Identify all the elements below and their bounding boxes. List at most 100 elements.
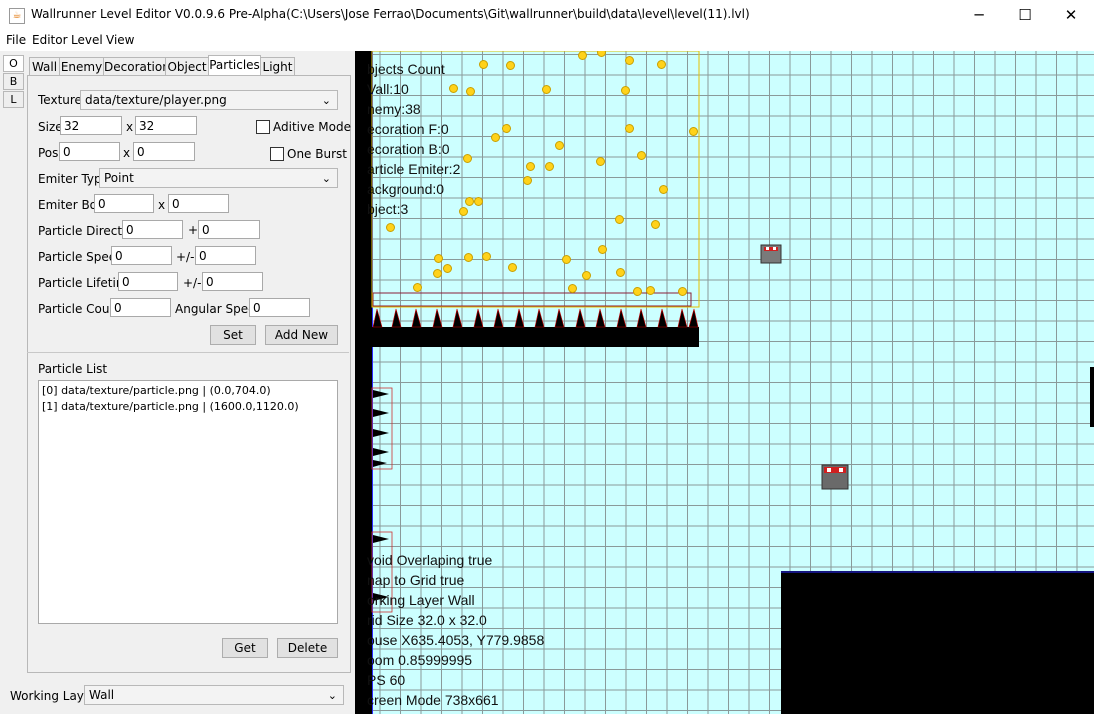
coin: [464, 253, 473, 262]
size-x-label: x: [126, 120, 134, 134]
chevron-down-icon: ⌄: [321, 172, 331, 185]
direction-plus-label: +: [188, 223, 199, 237]
overlay-grid-size: rid Size 32.0 x 32.0: [367, 612, 487, 628]
menu-view[interactable]: View: [106, 33, 134, 47]
direction-variance-input[interactable]: 0: [198, 220, 260, 239]
menu-editor[interactable]: Editor: [32, 33, 68, 47]
coin: [616, 268, 625, 277]
level-canvas[interactable]: bjects Count Vall:10 nemy:38 ecoration F…: [355, 51, 1094, 714]
list-item[interactable]: [1] data/texture/particle.png | (1600.0,…: [42, 400, 299, 413]
texture-select[interactable]: data/texture/player.png ⌄: [80, 90, 338, 110]
pos-label: Pos: [38, 146, 59, 160]
coin: [598, 245, 607, 254]
pos-y-input[interactable]: 0: [133, 142, 195, 161]
coin: [386, 223, 395, 232]
coin: [491, 133, 500, 142]
coin: [434, 254, 443, 263]
maximize-button[interactable]: ☐: [1002, 0, 1048, 31]
menu-file[interactable]: File: [6, 33, 26, 47]
coin: [555, 141, 564, 150]
coin: [678, 287, 687, 296]
menu-bar: [0, 31, 1094, 51]
particle-list[interactable]: [0] data/texture/particle.png | (0.0,704…: [38, 380, 338, 624]
coin: [463, 154, 472, 163]
coin: [474, 197, 483, 206]
tab-decoration[interactable]: Decoration: [103, 57, 170, 76]
angular-speed-input[interactable]: 0: [249, 298, 310, 317]
one-burst-label: One Burst: [287, 147, 347, 161]
emitter-box-height-input[interactable]: 0: [168, 194, 229, 213]
overlay-enemy-count: nemy:38: [367, 101, 421, 117]
coin: [449, 84, 458, 93]
list-item[interactable]: [0] data/texture/particle.png | (0.0,704…: [42, 384, 271, 397]
coin: [545, 162, 554, 171]
coin: [479, 60, 488, 69]
additive-mode-checkbox[interactable]: [256, 120, 270, 134]
divider: [27, 352, 349, 353]
enemy-robot-1: [760, 244, 782, 264]
delete-button[interactable]: Delete: [277, 638, 338, 658]
tab-wall[interactable]: Wall: [29, 57, 60, 76]
side-tab-background[interactable]: B: [3, 73, 24, 90]
coin: [568, 284, 577, 293]
tab-enemy[interactable]: Enemy: [59, 57, 104, 76]
direction-input[interactable]: 0: [122, 220, 183, 239]
side-tab-objects[interactable]: O: [3, 55, 24, 72]
menu-level[interactable]: Level: [71, 33, 103, 47]
overlay-decoration-f: ecoration F:0: [367, 121, 449, 137]
coin: [542, 85, 551, 94]
right-wall: [1090, 367, 1094, 427]
overlay-working-layer: orking Layer Wall: [367, 592, 475, 608]
chevron-down-icon: ⌄: [327, 689, 337, 702]
particle-list-title: Particle List: [38, 362, 108, 376]
coin: [646, 286, 655, 295]
coin: [508, 263, 517, 272]
close-button[interactable]: ✕: [1048, 0, 1094, 31]
get-button[interactable]: Get: [222, 638, 268, 658]
lifetime-pm-label: +/-: [183, 276, 202, 290]
working-layer-select[interactable]: Wall ⌄: [84, 685, 344, 705]
add-new-button[interactable]: Add New: [265, 325, 338, 345]
enemy-robot-2: [821, 464, 849, 490]
set-button[interactable]: Set: [210, 325, 256, 345]
speed-variance-input[interactable]: 0: [195, 246, 256, 265]
lifetime-input[interactable]: 0: [118, 272, 178, 291]
emitter-type-select[interactable]: Point ⌄: [99, 168, 338, 188]
overlay-fps: PS 60: [367, 672, 406, 688]
trigger-zone: [371, 51, 700, 308]
floor-block: [781, 571, 1094, 714]
size-width-input[interactable]: 32: [60, 116, 122, 135]
overlay-avoid-overlapping: void Overlaping true: [367, 552, 493, 568]
minimize-button[interactable]: ─: [956, 0, 1002, 31]
coin: [637, 151, 646, 160]
pos-x-separator: x: [123, 146, 131, 160]
overlay-wall-count: Vall:10: [367, 81, 409, 97]
coin: [506, 61, 515, 70]
coin: [625, 56, 634, 65]
overlay-snap-to-grid: nap to Grid true: [367, 572, 465, 588]
java-app-icon: ☕: [9, 8, 25, 24]
platform-outline: [372, 292, 692, 307]
coin: [625, 124, 634, 133]
emitter-box-x-label: x: [158, 198, 166, 212]
size-height-input[interactable]: 32: [135, 116, 197, 135]
texture-value: data/texture/player.png: [85, 93, 227, 107]
emitter-box-width-input[interactable]: 0: [94, 194, 154, 213]
spike-row: [372, 308, 699, 328]
spike-floor: [372, 327, 699, 347]
tab-object[interactable]: Object: [165, 57, 209, 76]
coin: [659, 185, 668, 194]
lifetime-variance-input[interactable]: 0: [202, 272, 263, 291]
tab-light[interactable]: Light: [260, 57, 295, 76]
coin: [443, 264, 452, 273]
one-burst-checkbox[interactable]: [270, 147, 284, 161]
side-tab-layers[interactable]: L: [3, 91, 24, 108]
speed-input[interactable]: 0: [111, 246, 172, 265]
count-input[interactable]: 0: [110, 298, 171, 317]
coin: [482, 252, 491, 261]
pos-x-input[interactable]: 0: [59, 142, 120, 161]
tab-particles[interactable]: Particles: [208, 55, 261, 77]
size-label: Size: [38, 120, 63, 134]
speed-pm-label: +/-: [176, 250, 195, 264]
coin: [562, 255, 571, 264]
